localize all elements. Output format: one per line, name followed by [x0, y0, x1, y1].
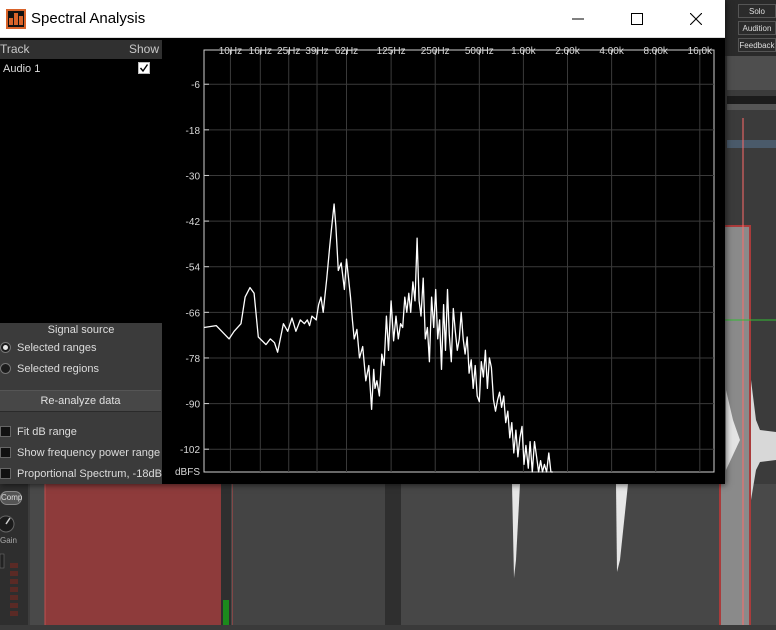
radio-label: Selected ranges: [17, 342, 97, 354]
checkbox-label: Proportional Spectrum, -18dB: [17, 468, 162, 480]
y-tick-label: -30: [186, 171, 201, 182]
x-tick-label: 16.0k: [688, 46, 713, 57]
checkbox[interactable]: [0, 447, 11, 458]
track-name: Audio 1: [3, 63, 41, 75]
x-tick-label: 1.00k: [511, 46, 536, 57]
x-tick-label: 4.00k: [599, 46, 624, 57]
y-tick-label: -18: [186, 126, 201, 137]
minimize-icon: [572, 18, 584, 20]
window-title: Spectral Analysis: [31, 10, 146, 27]
feedback-button[interactable]: Feedback: [738, 38, 776, 52]
plot-frame: [203, 49, 715, 473]
x-tick-label: 250Hz: [421, 46, 450, 57]
maximize-icon: [631, 13, 643, 25]
checkbox-label: Show frequency power range: [17, 447, 161, 459]
radio-selected-regions[interactable]: Selected regions: [0, 360, 162, 378]
track-list-header: Track Show: [0, 40, 162, 59]
track-column-header: Track: [0, 42, 30, 56]
show-frequency-power-range-option[interactable]: Show frequency power range: [0, 444, 162, 462]
y-tick-label: -78: [186, 354, 201, 365]
audition-button[interactable]: Audition: [738, 21, 776, 35]
checkbox-label: Fit dB range: [17, 426, 77, 438]
y-tick-label: -66: [186, 308, 201, 319]
x-tick-label: 39Hz: [305, 46, 328, 57]
y-axis-label: dBFS: [175, 467, 200, 478]
radio-button[interactable]: [0, 363, 11, 374]
track-row[interactable]: Audio 1: [0, 59, 162, 79]
app-icon: [6, 9, 26, 29]
y-tick-label: -102: [180, 445, 200, 456]
checkmark-icon: [139, 64, 149, 73]
minimize-button[interactable]: [555, 0, 601, 38]
checkbox[interactable]: [0, 426, 11, 437]
x-tick-label: 125Hz: [377, 46, 406, 57]
track-list: Audio 1: [0, 59, 162, 323]
x-tick-label: 25Hz: [277, 46, 300, 57]
y-tick-label: -42: [186, 217, 201, 228]
y-tick-label: -6: [191, 80, 200, 91]
x-tick-label: 16Hz: [249, 46, 272, 57]
radio-selected-ranges[interactable]: Selected ranges: [0, 339, 162, 357]
y-tick-label: -54: [186, 263, 201, 274]
spectrum-chart: 10Hz 16Hz 25Hz 39Hz 62Hz 125Hz 250Hz 500Hz 1.00k…: [175, 46, 715, 478]
close-button[interactable]: [673, 0, 719, 38]
x-tick-label: 2.00k: [555, 46, 580, 57]
x-tick-label: 500Hz: [465, 46, 494, 57]
signal-source-title: Signal source: [47, 324, 115, 336]
radio-label: Selected regions: [17, 363, 99, 375]
gain-label: Gain: [0, 536, 17, 545]
analysis-controls: Signal source Selected ranges Selected r…: [0, 323, 162, 484]
checkbox[interactable]: [0, 468, 11, 479]
reanalyze-button[interactable]: Re-analyze data: [0, 390, 161, 412]
close-icon: [690, 13, 702, 25]
proportional-spectrum-option[interactable]: Proportional Spectrum, -18dB: [0, 465, 162, 483]
spectral-analysis-window: Spectral Analysis Track Show Audio 1 Sig…: [0, 0, 725, 484]
y-tick-label: -90: [186, 400, 201, 411]
radio-button[interactable]: [0, 342, 11, 353]
maximize-button[interactable]: [614, 0, 660, 38]
solo-button[interactable]: Solo: [738, 4, 776, 18]
track-show-checkbox[interactable]: [138, 62, 150, 74]
x-tick-label: 10Hz: [219, 46, 242, 57]
show-column-header: Show: [129, 42, 160, 56]
fit-db-range-option[interactable]: Fit dB range: [0, 423, 162, 441]
x-tick-label: 8.00k: [643, 46, 668, 57]
x-tick-label: 62Hz: [335, 46, 358, 57]
comp-button[interactable]: Comp: [0, 491, 22, 505]
title-bar[interactable]: Spectral Analysis: [0, 0, 725, 38]
spectrum-plot[interactable]: 10Hz 16Hz 25Hz 39Hz 62Hz 125Hz 250Hz 500Hz 1.00k…: [162, 38, 725, 484]
